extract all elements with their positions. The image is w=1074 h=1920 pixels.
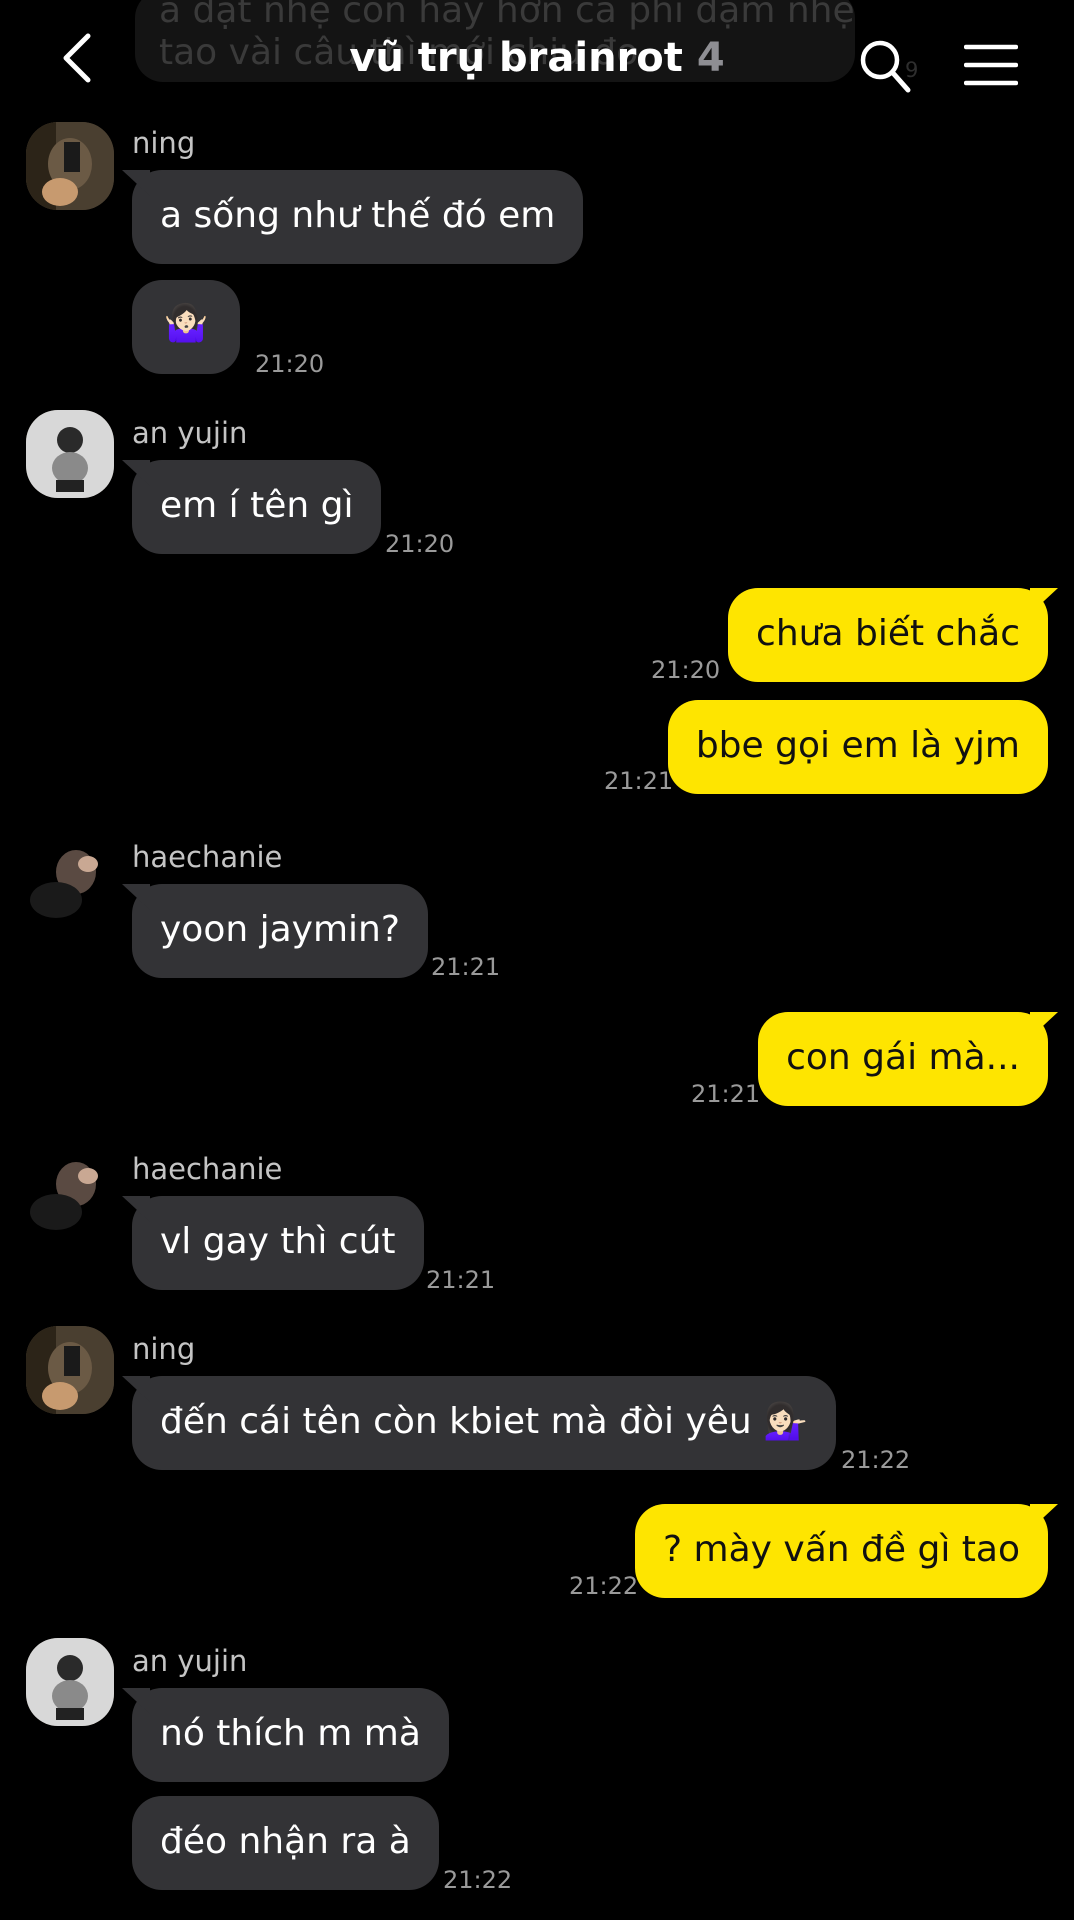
message-emoji: 🤷🏻‍♀️ — [163, 303, 209, 344]
avatar-haechanie[interactable] — [26, 1146, 114, 1234]
sender-name: ning — [132, 1332, 196, 1366]
message-time: 21:21 — [604, 767, 674, 795]
message-text: em í tên gì — [160, 485, 354, 526]
menu-icon — [963, 44, 1019, 86]
my-message-bubble[interactable]: chưa biết chắc — [728, 588, 1058, 682]
avatar-ning[interactable] — [26, 1326, 114, 1414]
message-text: ? mày vấn đề gì tao — [663, 1529, 1020, 1570]
message-time: 21:22 — [443, 1866, 513, 1894]
bubble-tail — [122, 1196, 150, 1222]
avatar-an-yujin[interactable] — [26, 1638, 114, 1726]
search-button[interactable] — [858, 38, 912, 94]
sender-name: ning — [132, 126, 196, 160]
bubble-tail — [122, 1688, 150, 1714]
avatar-photo — [26, 1326, 114, 1414]
my-message-bubble[interactable]: bbe gọi em là yjm — [667, 700, 1048, 794]
bubble-tail — [1030, 588, 1058, 614]
message-text: yoon jaymin? — [160, 909, 400, 950]
sender-name: an yujin — [132, 1644, 248, 1678]
message-bubble[interactable]: nó thích m mà — [122, 1688, 449, 1782]
message-time: 21:20 — [385, 530, 455, 558]
message-text: a sống như thế đó em — [160, 195, 556, 236]
message-time: 21:22 — [841, 1446, 911, 1474]
bubble-tail — [122, 170, 150, 196]
menu-button[interactable] — [963, 44, 1019, 86]
message-text: đéo nhận ra à — [160, 1821, 411, 1862]
search-icon — [860, 40, 911, 93]
message-text: chưa biết chắc — [756, 613, 1020, 654]
avatar-photo — [26, 1638, 114, 1726]
message-time: 21:20 — [255, 350, 325, 378]
message-bubble[interactable]: em í tên gì — [122, 460, 382, 554]
avatar-photo — [26, 834, 114, 922]
bubble-tail — [122, 460, 150, 486]
sender-name: haechanie — [132, 1152, 283, 1186]
chat-title: vũ trụ brainrot 4 — [0, 30, 1074, 86]
chat-name: vũ trụ brainrot — [349, 35, 683, 81]
sender-name: an yujin — [132, 416, 248, 450]
message-bubble[interactable]: vl gay thì cút — [122, 1196, 424, 1290]
avatar-an-yujin[interactable] — [26, 410, 114, 498]
avatar-ning[interactable] — [26, 122, 114, 210]
avatar-photo — [26, 122, 114, 210]
message-time: 21:21 — [691, 1080, 761, 1108]
message-time: 21:20 — [651, 656, 721, 684]
avatar-photo — [26, 1146, 114, 1234]
bubble-tail — [122, 1376, 150, 1402]
message-text: con gái mà... — [786, 1037, 1020, 1078]
message-time: 21:21 — [426, 1266, 496, 1294]
avatar-photo — [26, 410, 114, 498]
bubble-tail — [1030, 1504, 1058, 1530]
sender-name: haechanie — [132, 840, 283, 874]
bubble-tail — [122, 884, 150, 910]
message-bubble[interactable]: a sống như thế đó em — [122, 170, 584, 264]
message-text: nó thích m mà — [160, 1713, 421, 1754]
bubble-tail — [1030, 1012, 1058, 1038]
message-bubble[interactable]: đéo nhận ra à — [132, 1796, 439, 1890]
message-text: vl gay thì cút — [160, 1221, 396, 1262]
message-time: 21:22 — [569, 1572, 639, 1600]
avatar-haechanie[interactable] — [26, 834, 114, 922]
message-bubble[interactable]: đến cái tên còn kbiet mà đòi yêu 💁🏻‍♀️ — [122, 1376, 836, 1470]
message-time: 21:21 — [431, 953, 501, 981]
message-text: đến cái tên còn kbiet mà đòi yêu 💁🏻‍♀️ — [160, 1401, 808, 1442]
member-count: 4 — [696, 35, 725, 81]
my-message-bubble[interactable]: ? mày vấn đề gì tao — [635, 1504, 1058, 1598]
message-text: bbe gọi em là yjm — [695, 725, 1020, 766]
my-message-bubble[interactable]: con gái mà... — [758, 1012, 1058, 1106]
message-bubble[interactable]: 🤷🏻‍♀️ — [132, 280, 240, 374]
previous-message-line1: a đặt nhẹ con hay hơn cả phi đạm nhẹt — [159, 0, 855, 31]
message-bubble[interactable]: yoon jaymin? — [122, 884, 428, 978]
